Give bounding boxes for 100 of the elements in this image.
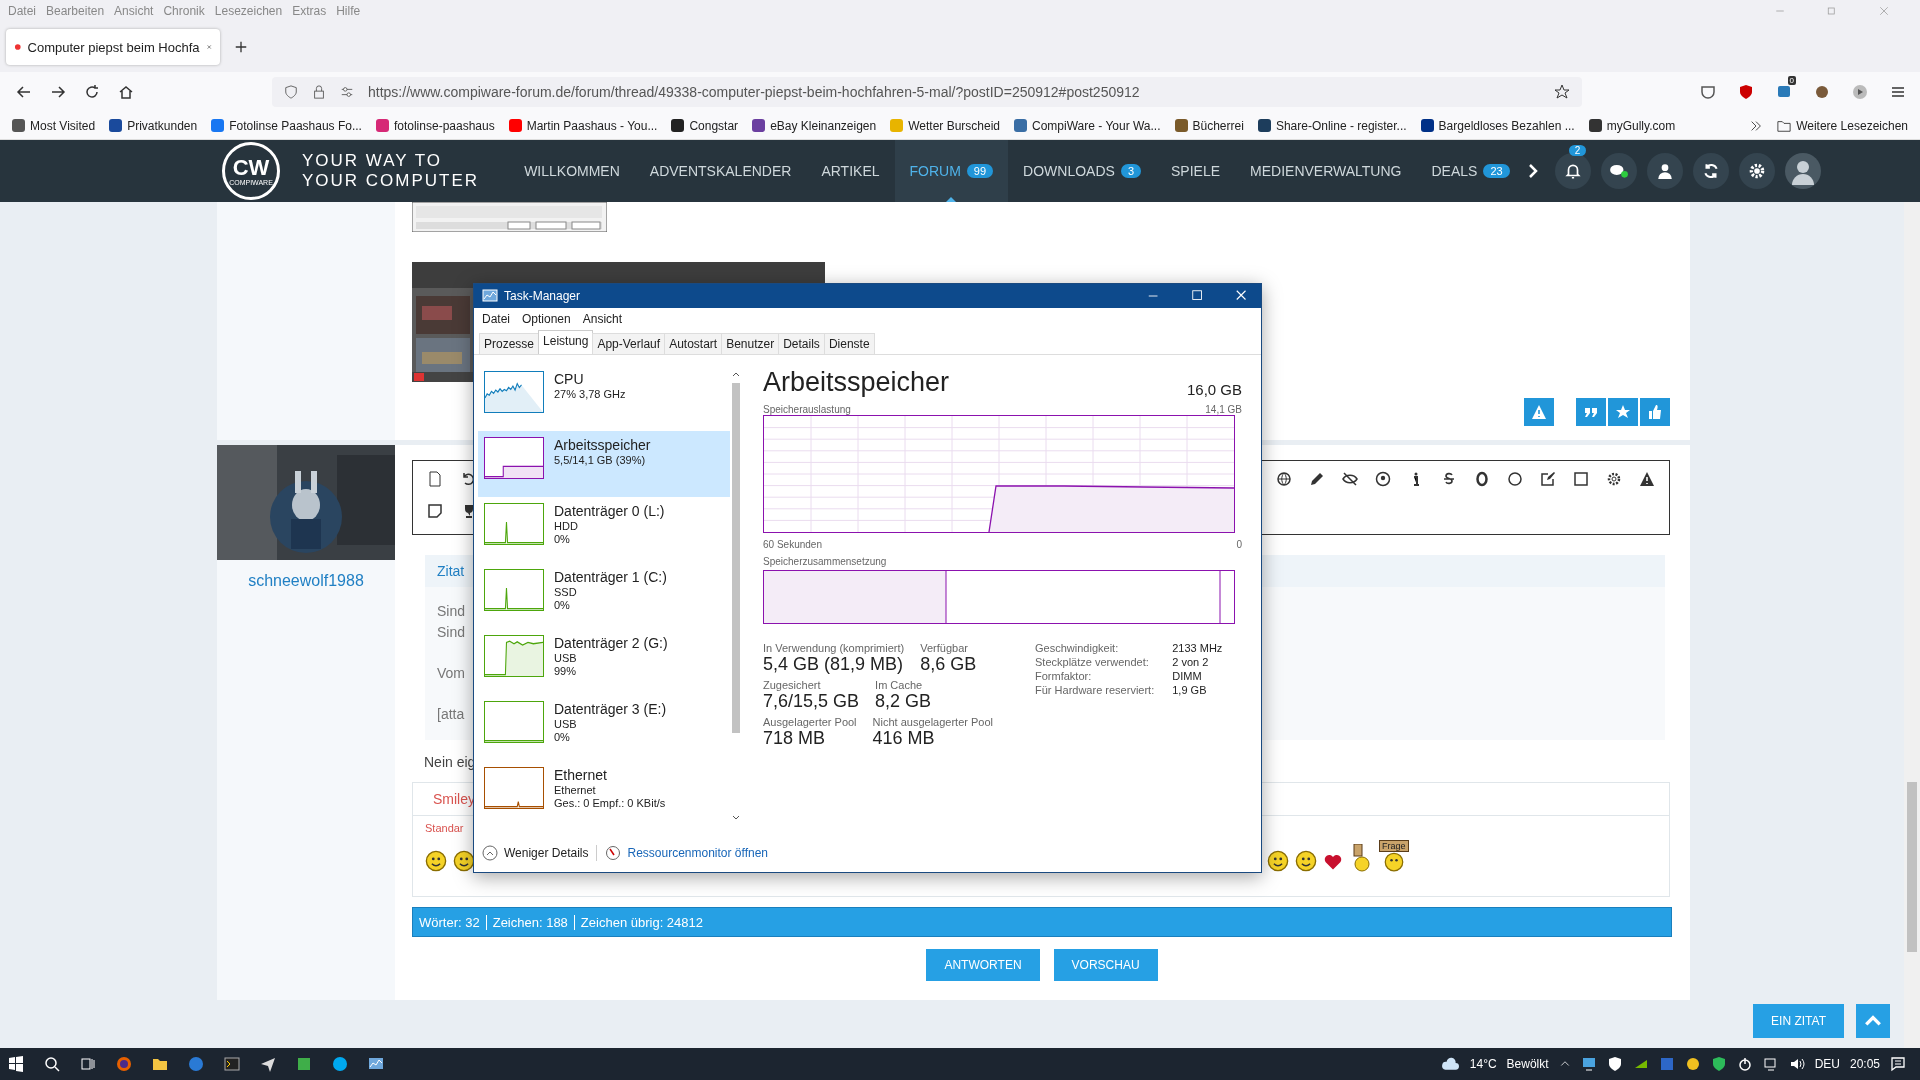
resource-name: Datenträger 3 (E:): [554, 701, 667, 718]
temperature[interactable]: 14°C: [1469, 1057, 1497, 1071]
address-bar[interactable]: https://www.compiware-forum.de/forum/thread/49338-computer-piepst-beim-hochfahren-5-mal/?postID=250912#post250912: [272, 77, 1582, 107]
notification-badge: 2: [1568, 145, 1587, 156]
clock[interactable]: 20:05: [1849, 1057, 1880, 1071]
stat-label: Verfügbar: [920, 642, 969, 654]
resource-item[interactable]: CPU 27% 3,78 GHz: [478, 365, 730, 431]
quote-text: Vom: [437, 664, 465, 683]
resource-detail: 0%: [554, 731, 571, 744]
tab[interactable]: Prozesse: [479, 333, 540, 354]
stat-label: Im Cache: [875, 679, 924, 691]
bookmark[interactable]: Most Visited: [12, 118, 96, 133]
resource-name: Datenträger 2 (G:): [554, 635, 668, 652]
menu-item[interactable]: Ansicht: [582, 312, 623, 326]
stat-label: In Verwendung (komprimiert): [763, 642, 905, 654]
count-text: Zeichen übrig: 24812: [579, 914, 704, 930]
property-label: Formfaktor:: [1035, 670, 1093, 682]
property-value: 2133 MHz: [1172, 642, 1223, 654]
property-value: 2 von 2: [1172, 656, 1210, 668]
property-value: 1,9 GB: [1172, 684, 1208, 696]
sign-text[interactable]: Frage: [1379, 840, 1409, 852]
tab[interactable]: App-Verlauf: [592, 333, 666, 354]
resource-detail: HDD: [554, 520, 579, 533]
resource-detail: 0%: [554, 599, 571, 612]
bookmark[interactable]: Privatkunden: [109, 118, 198, 133]
section-title: Arbeitsspeicher: [763, 367, 950, 398]
resource-detail: Ges.: 0 Empf.: 0 KBit/s: [554, 797, 666, 810]
resource-detail: USB: [554, 652, 578, 665]
nav-item[interactable]: ADVENTSKALENDER: [634, 140, 807, 202]
quote-text: Sind: [437, 623, 466, 642]
tab[interactable]: Dienste: [823, 333, 875, 354]
stat-value: 718 MB: [763, 728, 827, 749]
nav-item[interactable]: ARTIKEL: [806, 140, 895, 202]
stat-label: Ausgelagerter Pool: [763, 716, 857, 728]
stat-label: Nicht ausgelagerter Pool: [872, 716, 994, 728]
fewer-details-link[interactable]: Weniger Details: [482, 845, 589, 861]
property-value: DIMM: [1172, 670, 1203, 682]
resource-item[interactable]: Arbeitsspeicher 5,5/14,1 GB (39%): [478, 431, 730, 497]
graph-max: 14,1 GB: [1205, 404, 1242, 415]
bookmark[interactable]: Fotolinse Paashaus Fo...: [211, 118, 362, 133]
weather-text[interactable]: Bewölkt: [1506, 1057, 1549, 1071]
resource-name: Arbeitsspeicher: [554, 437, 651, 454]
bookmark[interactable]: CompiWare - Your Wa...: [1014, 118, 1161, 133]
resource-item[interactable]: Datenträger 3 (E:) USB 0%: [478, 695, 730, 761]
property-label: Für Hardware reserviert:: [1035, 684, 1155, 696]
resource-name: Ethernet: [554, 767, 608, 784]
nav-item[interactable]: WILLKOMMEN: [509, 140, 635, 202]
stat-value: 7,6/15,5 GB: [763, 691, 860, 712]
tab[interactable]: Leistung: [538, 330, 594, 354]
browser-tab[interactable]: Computer piepst beim Hochfa: [6, 29, 220, 65]
menu-item[interactable]: Datei: [482, 312, 510, 326]
count-text: Wörter: 32: [413, 914, 487, 930]
tab[interactable]: Autostart: [664, 333, 723, 354]
property-label: Steckplätze verwendet:: [1035, 656, 1150, 668]
nav-item[interactable]: MEDIENVERWALTUNG: [1235, 140, 1417, 202]
total-value: 16,0 GB: [1186, 381, 1242, 398]
bookmark[interactable]: Share-Online - register...: [1257, 118, 1407, 133]
resource-item[interactable]: Datenträger 2 (G:) USB 99%: [478, 629, 730, 695]
tagline: YOUR WAY TO: [302, 151, 444, 171]
resource-item[interactable]: Ethernet Ethernet Ges.: 0 Empf.: 0 KBit/s: [478, 761, 730, 827]
quote-text: [atta: [437, 705, 465, 724]
property-label: Geschwindigkeit:: [1035, 642, 1120, 654]
nav-item[interactable]: DEALS 23: [1416, 140, 1525, 202]
resource-name: Datenträger 0 (L:): [554, 503, 665, 520]
username[interactable]: schneewolf1988: [248, 572, 364, 590]
quote-text: Sind: [437, 602, 466, 621]
bookmark[interactable]: fotolinse-paashaus: [375, 118, 495, 133]
menu-item[interactable]: Optionen: [522, 312, 571, 326]
bookmark[interactable]: Bücherrei: [1174, 118, 1244, 133]
extension-badge: 0: [1787, 76, 1796, 85]
bookmark[interactable]: Wetter Burscheid: [890, 118, 1001, 133]
stat-value: 416 MB: [872, 728, 936, 749]
graph-label: Speicherzusammensetzung: [763, 556, 887, 567]
nav-item[interactable]: DOWNLOADS 3: [1008, 140, 1156, 202]
bookmark[interactable]: eBay Kleinanzeigen: [752, 118, 877, 133]
graph-label: Speicherauslastung: [763, 404, 851, 415]
resource-detail: USB: [554, 718, 578, 731]
tab[interactable]: Details: [778, 333, 825, 354]
resource-detail: SSD: [554, 586, 578, 599]
nav-item[interactable]: FORUM 99: [894, 140, 1009, 202]
smiley-tab[interactable]: Smiley: [433, 791, 475, 807]
language-indicator[interactable]: DEU: [1814, 1057, 1840, 1071]
bookmark[interactable]: myGully.com: [1588, 118, 1676, 133]
stat-value: 8,2 GB: [875, 691, 932, 712]
resource-detail: 27% 3,78 GHz: [554, 388, 626, 401]
resource-detail: 99%: [554, 665, 578, 678]
resource-monitor-link[interactable]: Ressourcenmonitor öffnen: [605, 845, 768, 861]
bookmark-folder[interactable]: Weitere Lesezeichen: [1777, 118, 1908, 133]
bookmark[interactable]: Bargeldloses Bezahlen ...: [1420, 118, 1575, 133]
window-title: Task-Manager: [504, 289, 581, 303]
tab[interactable]: Benutzer: [721, 333, 780, 354]
axis-label: 0: [1236, 539, 1242, 550]
resource-detail: 0%: [554, 533, 571, 546]
nav-item[interactable]: SPIELE: [1156, 140, 1236, 202]
count-text: Zeichen: 188: [486, 914, 575, 930]
resource-name: CPU: [554, 371, 585, 388]
smiley-category[interactable]: Standar: [425, 822, 464, 834]
bookmark[interactable]: Martin Paashaus - You...: [508, 118, 658, 133]
bookmark[interactable]: Congstar: [671, 118, 739, 133]
stat-value: 8,6 GB: [920, 654, 977, 675]
